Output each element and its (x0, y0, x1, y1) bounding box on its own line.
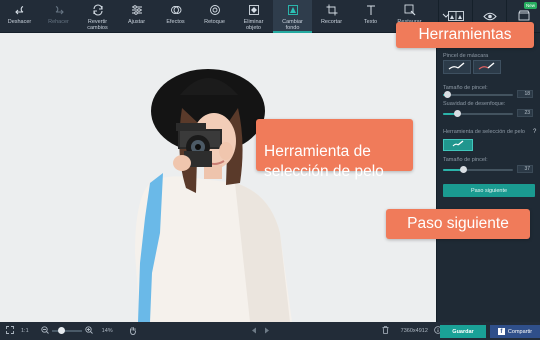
undo-icon (12, 3, 28, 17)
callout-next-text: Paso siguiente (407, 215, 509, 232)
blur-knob[interactable] (454, 110, 461, 117)
photo-editor-app: Deshacer Rehacer Revertir cambios Ajusta… (0, 0, 540, 340)
effects-label: Efectos (166, 19, 185, 25)
blur-slider[interactable] (443, 110, 513, 117)
actual-size-button[interactable]: 1:1 (21, 328, 29, 334)
callout-hair-text: Herramienta de selección de pelo (264, 143, 384, 180)
hair-size-knob[interactable] (459, 166, 467, 173)
mask-brush-label: Pincel de máscara (443, 53, 489, 59)
effects-icon (168, 3, 184, 17)
save-button[interactable]: Guardar (440, 325, 486, 338)
background-panel: Pincel de máscara Tamaño de pincel: 18 S… (436, 33, 540, 322)
revert-icon (90, 3, 106, 17)
retouch-label: Retoque (204, 19, 225, 25)
share-button[interactable]: f Compartir (490, 325, 540, 338)
zoom-out-button[interactable] (41, 326, 49, 336)
retouch-button[interactable]: Retoque (195, 0, 234, 33)
zoom-slider[interactable] (51, 327, 82, 334)
trash-icon (382, 326, 389, 336)
crop-button[interactable]: Recortar (312, 0, 351, 33)
revert-changes-button[interactable]: Revertir cambios (78, 0, 117, 33)
redo-icon (51, 3, 67, 17)
fit-screen-button[interactable] (3, 326, 17, 336)
zoom-out-icon (41, 326, 49, 336)
crop-icon (324, 3, 340, 17)
text-label: Texto (363, 19, 378, 25)
effects-button[interactable]: Efectos (156, 0, 195, 33)
brush-remove-button[interactable] (473, 60, 501, 74)
hair-selection-button[interactable] (443, 139, 473, 151)
remove-object-icon (246, 3, 262, 17)
callout-tools: Herramientas (396, 22, 534, 48)
text-icon (363, 3, 379, 17)
hair-size-slider[interactable] (443, 166, 513, 173)
delete-button[interactable] (382, 326, 389, 336)
hand-icon (129, 326, 137, 337)
fit-screen-icon (6, 326, 14, 336)
sliders-icon (129, 3, 145, 17)
next-image-button[interactable] (264, 327, 270, 336)
image-dimensions: 7360x4912 (400, 328, 428, 334)
text-button[interactable]: Texto (351, 0, 390, 33)
hair-size-label: Tamaño de pincel: (443, 157, 488, 163)
callout-tools-text: Herramientas (418, 26, 512, 43)
brush-remove-icon (478, 61, 496, 73)
change-background-icon (285, 3, 301, 17)
hair-size-value[interactable]: 37 (517, 165, 533, 173)
blur-label: Suavidad de desenfoque: (443, 101, 506, 107)
revert-label: Revertir cambios (87, 19, 108, 31)
next-step-button[interactable]: Paso siguiente (443, 184, 535, 197)
retouch-icon (207, 3, 223, 17)
chevron-left-icon (251, 327, 257, 336)
brush-add-button[interactable] (443, 60, 471, 74)
prev-image-button[interactable] (251, 327, 257, 336)
remove-object-button[interactable]: Eliminar objeto (234, 0, 273, 33)
help-icon[interactable]: ? (533, 129, 536, 135)
brush-size-label: Tamaño de pincel: (443, 85, 488, 91)
crop-label: Recortar (320, 19, 343, 25)
hair-tool-label: Herramienta de selección de pelo (443, 129, 525, 135)
zoom-in-icon (85, 326, 93, 336)
brush-size-knob[interactable] (443, 91, 451, 98)
blur-value[interactable]: 23 (517, 109, 533, 117)
adjust-label: Ajustar (127, 19, 146, 25)
zoom-knob[interactable] (57, 327, 65, 334)
undo-button[interactable]: Deshacer (0, 0, 39, 33)
remove-object-label: Eliminar objeto (243, 19, 264, 31)
change-background-button[interactable]: Cambiar fondo (273, 0, 312, 33)
zoom-level: 14% (101, 328, 113, 334)
restore-icon (402, 3, 418, 17)
zoom-in-button[interactable] (85, 326, 93, 336)
callout-next: Paso siguiente (386, 209, 530, 239)
brush-add-icon (448, 61, 466, 73)
new-badge: New (523, 2, 537, 9)
redo-button[interactable]: Rehacer (39, 0, 78, 33)
hair-brush-icon (452, 140, 464, 150)
brush-mode-row (443, 60, 501, 74)
change-background-label: Cambiar fondo (282, 19, 303, 31)
facebook-icon: f (497, 328, 505, 335)
pan-hand-button[interactable] (129, 326, 137, 337)
share-label: Compartir (507, 328, 533, 335)
brush-size-value[interactable]: 18 (517, 90, 533, 98)
brush-size-slider[interactable] (443, 91, 513, 98)
undo-label: Deshacer (7, 19, 32, 25)
chevron-right-icon (264, 327, 270, 336)
adjust-button[interactable]: Ajustar (117, 0, 156, 33)
redo-label: Rehacer (48, 19, 69, 25)
callout-hair: Herramienta de selección de pelo (256, 119, 413, 180)
